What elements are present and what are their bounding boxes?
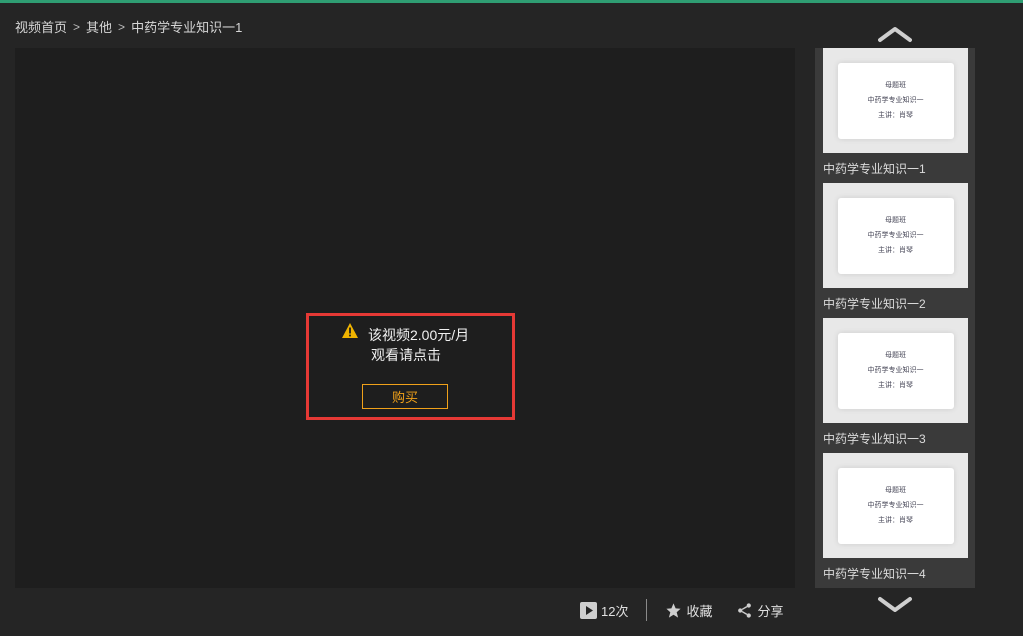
playlist-panel: 母题班 中药学专业知识一 主讲：肖琴 中药学专业知识一1 母题班 中药学专业知识… (815, 48, 975, 588)
thumbnail-card: 母题班 中药学专业知识一 主讲：肖琴 (837, 62, 954, 139)
paywall-price-text: 该视频2.00元/月 (368, 327, 470, 343)
playlist-item[interactable]: 母题班 中药学专业知识一 主讲：肖琴 中药学专业知识一3 (823, 318, 968, 447)
thumbnail-class-name: 母题班 (885, 352, 906, 359)
breadcrumb-item-category[interactable]: 其他 (86, 17, 112, 36)
share-button[interactable]: 分享 (736, 601, 784, 620)
favorite-label: 收藏 (686, 603, 713, 619)
thumbnail-lecturer: 主讲：肖琴 (878, 247, 913, 254)
thumbnail-card: 母题班 中药学专业知识一 主讲：肖琴 (837, 197, 954, 274)
thumbnail-card: 母题班 中药学专业知识一 主讲：肖琴 (837, 332, 954, 409)
playlist-thumbnail: 母题班 中药学专业知识一 主讲：肖琴 (823, 183, 968, 288)
playlist-thumbnail: 母题班 中药学专业知识一 主讲：肖琴 (823, 48, 968, 153)
playlist-item-title: 中药学专业知识一2 (823, 297, 926, 311)
share-icon (738, 602, 752, 618)
play-count: 12次 (580, 601, 628, 620)
favorite-button[interactable]: 收藏 (665, 601, 712, 620)
thumbnail-course-name: 中药学专业知识一 (867, 232, 924, 239)
video-stats-bar: 12次 收藏 分享 (580, 598, 784, 622)
thumbnail-course-name: 中药学专业知识一 (867, 367, 924, 374)
breadcrumb: 视频首页 > 其他 > 中药学专业知识一1 (15, 17, 242, 36)
breadcrumb-item-current: 中药学专业知识一1 (131, 20, 243, 35)
breadcrumb-item-home[interactable]: 视频首页 (15, 17, 67, 36)
thumbnail-class-name: 母题班 (885, 217, 906, 224)
warning-triangle-icon (342, 323, 358, 338)
playlist-item-title: 中药学专业知识一3 (823, 432, 926, 446)
playlist-item-title: 中药学专业知识一4 (823, 567, 926, 581)
share-label: 分享 (757, 603, 784, 619)
thumbnail-lecturer: 主讲：肖琴 (878, 112, 913, 119)
stats-divider (646, 599, 648, 621)
star-icon (666, 602, 682, 618)
breadcrumb-separator: > (118, 19, 126, 34)
thumbnail-lecturer: 主讲：肖琴 (878, 517, 913, 524)
thumbnail-course-name: 中药学专业知识一 (867, 502, 924, 509)
top-accent-strip (0, 0, 1023, 3)
playlist-item[interactable]: 母题班 中药学专业知识一 主讲：肖琴 中药学专业知识一1 (823, 48, 968, 177)
chevron-down-icon[interactable] (878, 596, 912, 614)
buy-button[interactable]: 购买 (362, 384, 448, 409)
paywall-overlay: 该视频2.00元/月 观看请点击 购买 (306, 313, 515, 420)
playlist-item[interactable]: 母题班 中药学专业知识一 主讲：肖琴 中药学专业知识一4 (823, 453, 968, 582)
thumbnail-class-name: 母题班 (885, 487, 906, 494)
playlist-thumbnail: 母题班 中药学专业知识一 主讲：肖琴 (823, 318, 968, 423)
play-count-text: 12次 (601, 603, 629, 619)
thumbnail-class-name: 母题班 (885, 82, 906, 89)
play-icon (580, 601, 597, 619)
thumbnail-course-name: 中药学专业知识一 (867, 97, 924, 104)
playlist-item-title: 中药学专业知识一1 (823, 162, 926, 176)
breadcrumb-separator: > (73, 19, 81, 34)
playlist-thumbnail: 母题班 中药学专业知识一 主讲：肖琴 (823, 453, 968, 558)
playlist-item[interactable]: 母题班 中药学专业知识一 主讲：肖琴 中药学专业知识一2 (823, 183, 968, 312)
thumbnail-card: 母题班 中药学专业知识一 主讲：肖琴 (837, 467, 954, 544)
paywall-instruction-text: 观看请点击 (371, 347, 441, 363)
chevron-up-icon[interactable] (878, 25, 912, 43)
thumbnail-lecturer: 主讲：肖琴 (878, 382, 913, 389)
